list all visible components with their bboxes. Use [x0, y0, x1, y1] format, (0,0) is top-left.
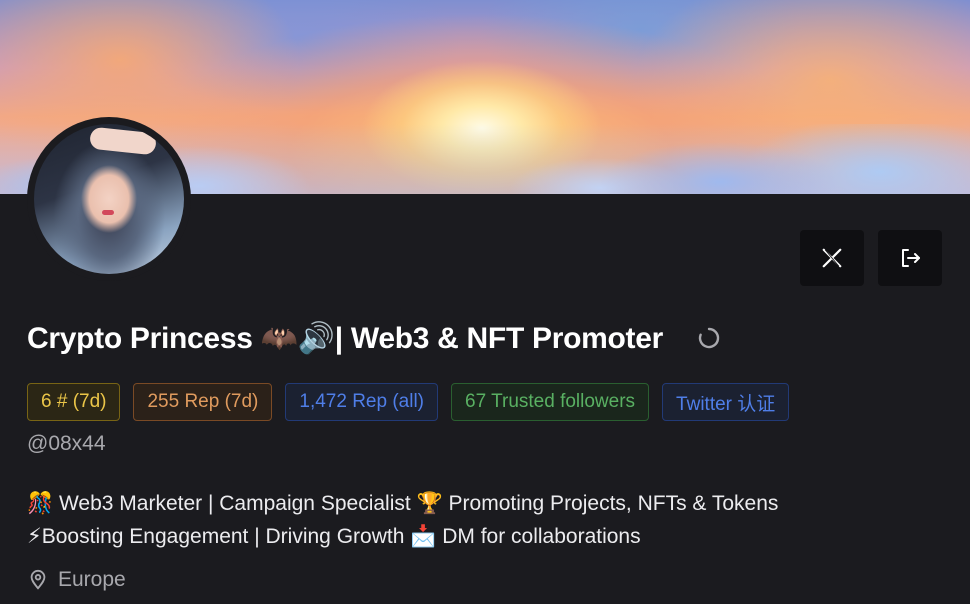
loading-spinner-icon	[697, 326, 721, 350]
bio-line-1: 🎊 Web3 Marketer | Campaign Specialist 🏆 …	[27, 492, 779, 515]
profile-display-name: Crypto Princess 🦇🔊| Web3 & NFT Promoter	[27, 321, 663, 355]
x-profile-button[interactable]	[800, 230, 864, 286]
profile-location: Europe	[27, 566, 126, 594]
profile-handle: @08x44	[27, 432, 106, 455]
profile-title-row: Crypto Princess 🦇🔊| Web3 & NFT Promoter	[27, 316, 721, 360]
profile-bio: 🎊 Web3 Marketer | Campaign Specialist 🏆 …	[27, 487, 947, 553]
reputation-badges: 6 # (7d) 255 Rep (7d) 1,472 Rep (all) 67…	[27, 383, 790, 421]
avatar[interactable]	[34, 124, 184, 274]
bio-line-2: ⚡Boosting Engagement | Driving Growth 📩 …	[27, 525, 641, 548]
trusted-followers-badge: 67 Trusted followers	[451, 383, 650, 421]
location-pin-icon	[30, 569, 46, 590]
twitter-verified-badge: Twitter 认证	[662, 383, 790, 421]
logout-icon	[902, 249, 920, 267]
x-logo-icon	[822, 248, 842, 268]
avatar-lips	[102, 210, 114, 215]
logout-button[interactable]	[878, 230, 942, 286]
rep-all-badge: 1,472 Rep (all)	[285, 383, 439, 421]
location-text: Europe	[58, 568, 126, 591]
rank-7d-badge: 6 # (7d)	[27, 383, 121, 421]
rep-7d-badge: 255 Rep (7d)	[133, 383, 273, 421]
